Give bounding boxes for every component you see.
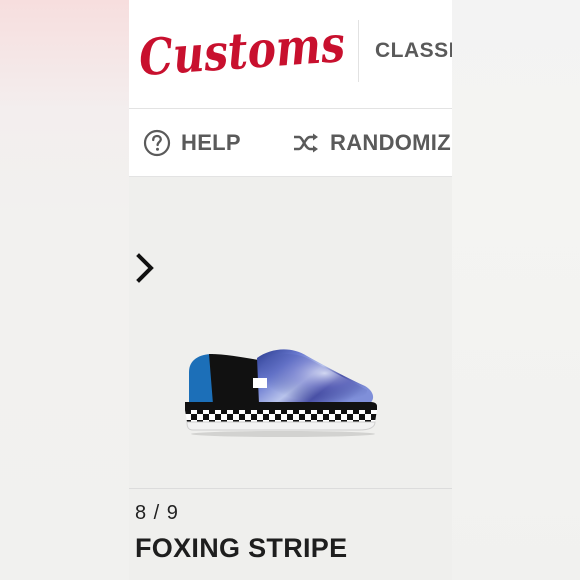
randomize-button[interactable]: RANDOMIZE <box>292 129 452 157</box>
shoe-sole <box>186 421 376 431</box>
app-header: Customs CLASSIC <box>129 0 452 109</box>
toolbar: HELP RANDOMIZE <box>129 109 452 177</box>
randomize-label: RANDOMIZE <box>330 130 452 155</box>
step-counter: 8 / 9 <box>135 502 179 524</box>
customizer-screen: Customs CLASSIC HELP RANDOMIZE <box>129 0 452 580</box>
tab-classic[interactable]: CLASSIC <box>375 39 452 63</box>
customs-logo[interactable]: Customs <box>135 10 353 94</box>
step-title: FOXING STRIPE <box>135 533 348 563</box>
help-button[interactable]: HELP <box>143 129 241 157</box>
chevron-right-icon[interactable] <box>133 250 157 286</box>
shoe-foxing <box>185 410 377 422</box>
svg-text:Customs: Customs <box>137 14 347 87</box>
vans-tab <box>253 378 267 388</box>
backdrop-right <box>452 0 580 580</box>
header-divider <box>358 20 359 82</box>
panel-divider <box>129 488 452 489</box>
backdrop-left <box>0 0 129 580</box>
shoe-preview <box>185 349 377 437</box>
question-circle-icon <box>143 129 171 157</box>
shoe-stripe <box>185 402 377 410</box>
shuffle-icon <box>294 133 318 153</box>
help-label: HELP <box>181 130 241 155</box>
